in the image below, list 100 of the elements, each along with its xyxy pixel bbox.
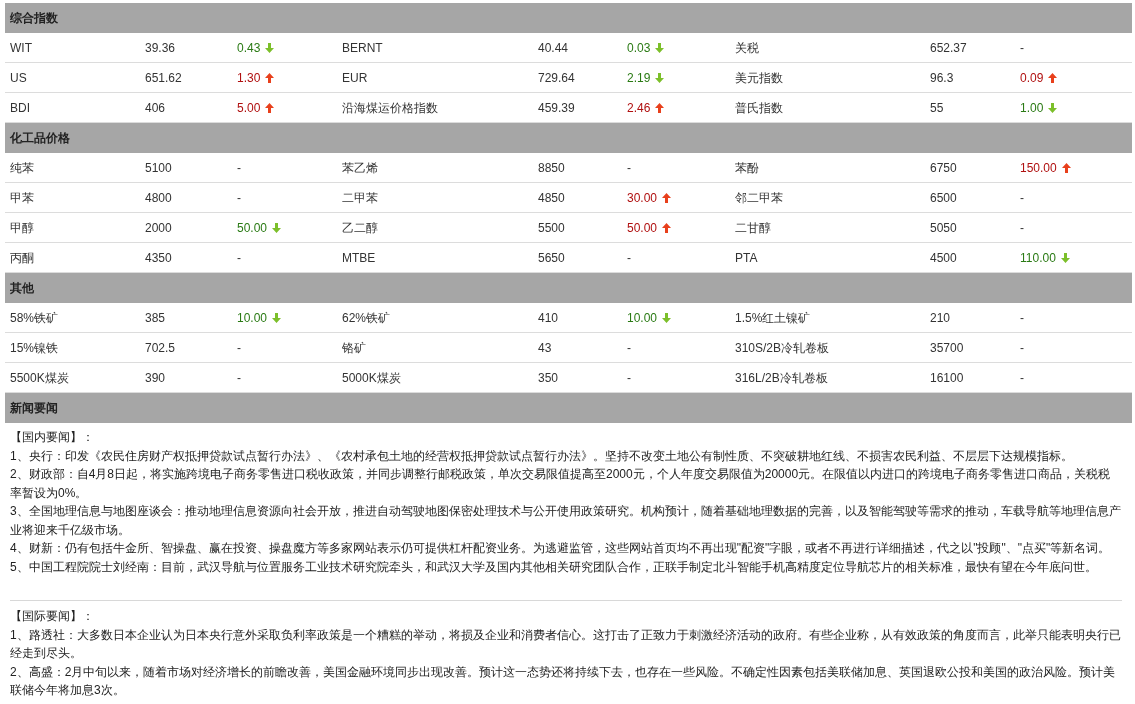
down-arrow-icon (655, 42, 665, 53)
change-value: - (1020, 189, 1024, 207)
item-name: 62%铁矿 (342, 310, 391, 325)
item-name: 丙酮 (10, 250, 34, 265)
change-value: - (237, 249, 241, 267)
price-value: 16100 (930, 370, 964, 385)
price-value: 5100 (145, 160, 172, 175)
change-value: 10.00 (627, 309, 658, 327)
news-heading: 【国内要闻】： (10, 429, 95, 446)
up-arrow-icon (662, 222, 672, 233)
up-arrow-icon (1061, 162, 1071, 173)
news-item: 1、路透社：大多数日本企业认为日本央行意外采取负利率政策是一个糟糕的举动，将损及企业和消费者信心。这打击了正致力于刺激经济活动的政府。有些企业称，从有效政策的角度而言，此举只能表明央行已经走到尽头。 (10, 626, 1122, 662)
price-value: 4500 (930, 250, 957, 265)
price-value: 459.39 (538, 100, 575, 115)
section-header: 新闻要闻 (5, 393, 1132, 423)
price-value: 40.44 (538, 40, 569, 55)
price-value: 35700 (930, 340, 964, 355)
section-header: 综合指数 (5, 3, 1132, 33)
item-name: 苯乙烯 (342, 160, 378, 175)
price-value: 385 (145, 310, 166, 325)
change-value: 1.00 (1020, 99, 1044, 117)
change-value: - (1020, 219, 1024, 237)
price-value: 651.62 (145, 70, 182, 85)
price-value: 43 (538, 340, 552, 355)
change-value: 1.30 (237, 69, 261, 87)
price-value: 39.36 (145, 40, 176, 55)
section-header: 化工品价格 (5, 123, 1132, 153)
item-name: 316L/2B冷轧卷板 (735, 370, 828, 385)
price-value: 6500 (930, 190, 957, 205)
price-value: 4800 (145, 190, 172, 205)
news-item: 3、全国地理信息与地图座谈会：推动地理信息资源向社会开放，推进自动驾驶地图保密处理技术与公开使用政策研究。机构预计，随着基础地理数据的完善，以及智能驾驶等需求的推动，车载导航等地理信息产业将迎来千亿级市场。 (10, 503, 1122, 539)
news-item: 5、中国工程院院士刘经南：目前，武汉导航与位置服务工业技术研究院牵头，和武汉大学及国内其他相关研究团队合作，正联手制定北斗智能手机高精度定位导航芯片的相关标准，最快有望在今年底问世。 (10, 558, 1098, 576)
item-name: 乙二醇 (342, 220, 378, 235)
item-name: 15%镍铁 (10, 340, 59, 355)
change-value: 2.46 (627, 99, 651, 117)
down-arrow-icon (655, 72, 665, 83)
price-value: 2000 (145, 220, 172, 235)
up-arrow-icon (662, 192, 672, 203)
price-value: 5050 (930, 220, 957, 235)
price-value: 5650 (538, 250, 565, 265)
item-name: 邻二甲苯 (735, 190, 783, 205)
price-value: 55 (930, 100, 944, 115)
price-value: 652.37 (930, 40, 967, 55)
change-value: - (627, 339, 631, 357)
item-name: 5000K煤炭 (342, 370, 401, 385)
change-value: 50.00 (237, 219, 268, 237)
news-item: 2、高盛：2月中旬以来，随着市场对经济增长的前瞻改善，美国金融环境同步出现改善。预计这一态势还将持续下去，也存在一些风险。不确定性因素包括美联储加息、英国退欧公投和美国的政治风险。预计美联储今年将加息3次。 (10, 663, 1117, 699)
item-name: 310S/2B冷轧卷板 (735, 340, 830, 355)
price-value: 8850 (538, 160, 565, 175)
change-value: 50.00 (627, 219, 658, 237)
item-name: BERNT (342, 40, 383, 55)
price-value: 729.64 (538, 70, 575, 85)
change-value: 0.09 (1020, 69, 1044, 87)
price-value: 5500 (538, 220, 565, 235)
item-name: 沿海煤运价格指数 (342, 100, 438, 115)
down-arrow-icon (272, 312, 282, 323)
price-value: 406 (145, 100, 166, 115)
change-value: - (1020, 339, 1024, 357)
item-name: MTBE (342, 250, 376, 265)
item-name: 甲苯 (10, 190, 34, 205)
down-arrow-icon (662, 312, 672, 323)
change-value: 10.00 (237, 309, 268, 327)
item-name: 普氏指数 (735, 100, 783, 115)
change-value: 110.00 (1020, 249, 1056, 267)
change-value: - (237, 189, 241, 207)
news-item: 1、央行：印发《农民住房财产权抵押贷款试点暂行办法》、《农村承包土地的经营权抵押贷款试点暂行办法》。坚持不改变土地公有制性质、不突破耕地红线、不损害农民利益、不层层下达规模指标。 (10, 447, 1074, 465)
change-value: 150.00 (1020, 159, 1057, 177)
item-name: 甲醇 (10, 220, 34, 235)
section-header: 其他 (5, 273, 1132, 303)
up-arrow-icon (265, 102, 275, 113)
change-value: 0.03 (627, 39, 651, 57)
down-arrow-icon (1048, 102, 1058, 113)
item-name: BDI (10, 100, 30, 115)
item-name: 苯酚 (735, 160, 759, 175)
price-value: 4350 (145, 250, 172, 265)
price-value: 210 (930, 310, 951, 325)
change-value: - (1020, 369, 1024, 387)
change-value: - (237, 369, 241, 387)
item-name: 二甘醇 (735, 220, 771, 235)
item-name: 关税 (735, 40, 759, 55)
news-heading: 【国际要闻】： (10, 608, 95, 625)
price-value: 4850 (538, 190, 565, 205)
item-name: 1.5%红土镍矿 (735, 310, 811, 325)
change-value: 5.00 (237, 99, 261, 117)
change-value: 0.43 (237, 39, 261, 57)
item-name: 纯苯 (10, 160, 34, 175)
up-arrow-icon (265, 72, 275, 83)
change-value: - (1020, 39, 1024, 57)
price-value: 390 (145, 370, 166, 385)
up-arrow-icon (655, 102, 665, 113)
down-arrow-icon (265, 42, 275, 53)
price-value: 410 (538, 310, 559, 325)
change-value: 2.19 (627, 69, 651, 87)
change-value: - (627, 249, 631, 267)
down-arrow-icon (1060, 252, 1070, 263)
item-name: 美元指数 (735, 70, 783, 85)
change-value: 30.00 (627, 189, 658, 207)
item-name: 铬矿 (342, 340, 366, 355)
item-name: PTA (735, 250, 758, 265)
item-name: US (10, 70, 27, 85)
